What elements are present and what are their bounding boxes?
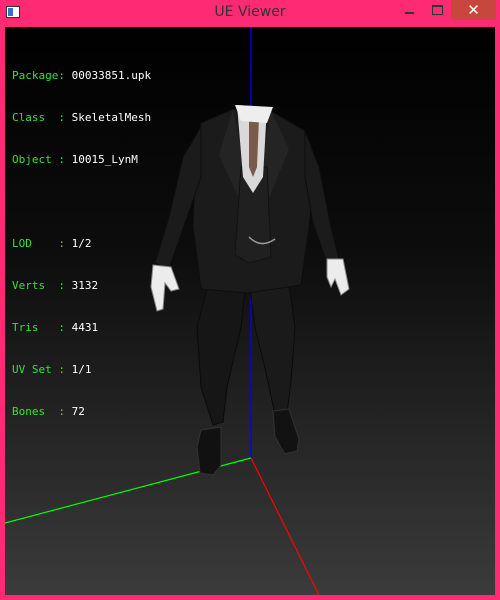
- info-label: Package: [12, 69, 59, 82]
- info-row-object: Object : 10015_LynM: [12, 153, 138, 166]
- close-button[interactable]: ✕: [451, 0, 496, 20]
- minimize-icon: [404, 12, 414, 14]
- info-row-class: Class : SkeletalMesh: [12, 111, 152, 124]
- skeletal-mesh-model: [150, 105, 350, 476]
- info-value: 1/1: [71, 363, 92, 376]
- info-value: 10015_LynM: [71, 153, 138, 166]
- minimize-button[interactable]: [396, 0, 422, 20]
- info-value: 3132: [71, 279, 99, 292]
- maximize-icon: [431, 5, 443, 15]
- info-value: 1/2: [71, 237, 92, 250]
- 3d-viewport[interactable]: Package: 00033851.upk Class : SkeletalMe…: [5, 27, 495, 595]
- mesh-info-overlay: Package: 00033851.upk Class : SkeletalMe…: [12, 41, 151, 447]
- info-row-bones: Bones : 72: [12, 405, 85, 418]
- info-row-uvset: UV Set : 1/1: [12, 363, 92, 376]
- maximize-button[interactable]: [424, 0, 450, 20]
- x-axis-line: [250, 457, 320, 595]
- info-value: 4431: [71, 321, 99, 334]
- info-label: Object: [12, 153, 59, 166]
- title-bar[interactable]: UE Viewer ✕: [0, 0, 500, 27]
- info-label: LOD: [12, 237, 59, 250]
- info-label: UV Set: [12, 363, 59, 376]
- info-row-tris: Tris : 4431: [12, 321, 99, 334]
- info-value: SkeletalMesh: [71, 111, 152, 124]
- app-window: UE Viewer ✕ Package: 00033851.upk Class …: [0, 0, 500, 600]
- info-value: 00033851.upk: [71, 69, 152, 82]
- info-label: Bones: [12, 405, 59, 418]
- info-row-package: Package: 00033851.upk: [12, 69, 152, 82]
- info-row-lod: LOD : 1/2: [12, 237, 92, 250]
- info-row-verts: Verts : 3132: [12, 279, 99, 292]
- info-value: 72: [71, 405, 85, 418]
- info-label: Tris: [12, 321, 59, 334]
- info-label: Verts: [12, 279, 59, 292]
- info-label: Class: [12, 111, 59, 124]
- close-icon: ✕: [467, 1, 480, 19]
